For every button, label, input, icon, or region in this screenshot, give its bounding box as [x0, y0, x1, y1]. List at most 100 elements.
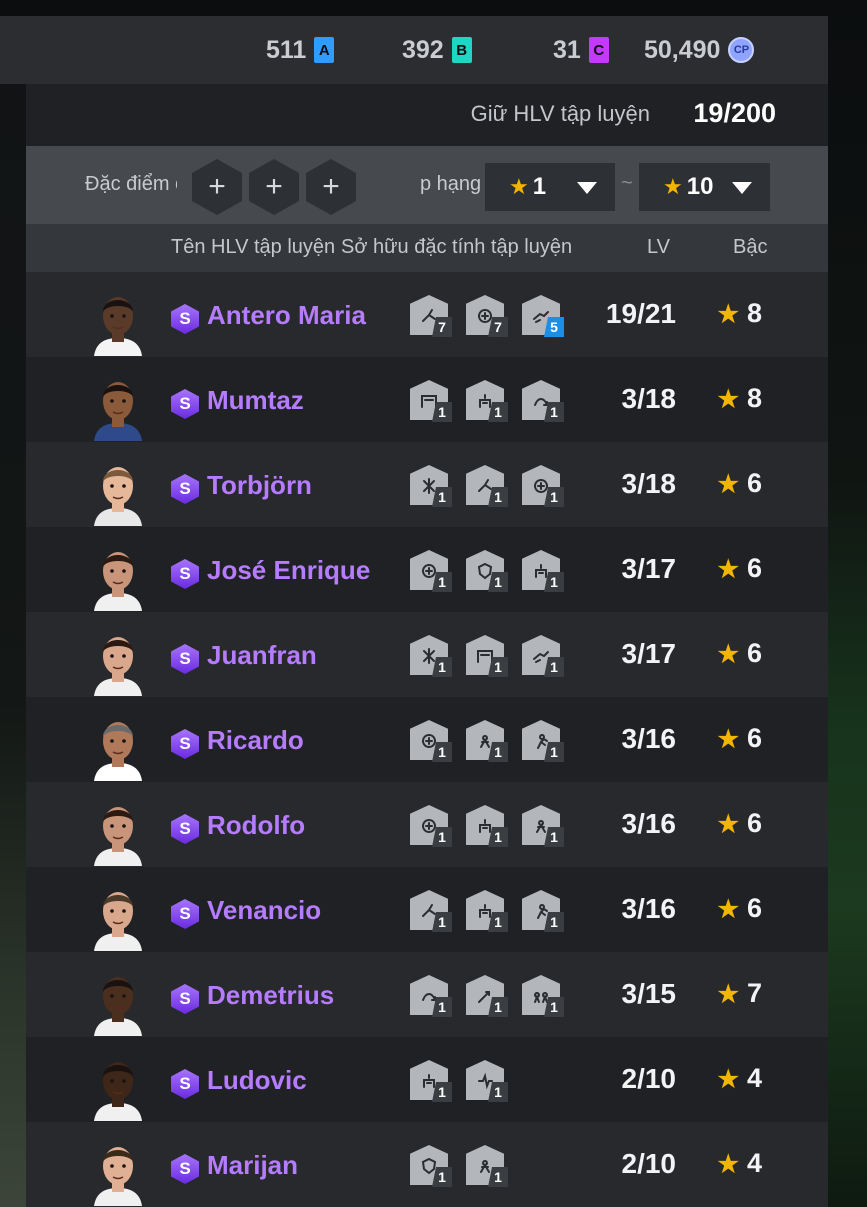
currency-cp: 50,490 CP	[644, 16, 755, 84]
coach-row[interactable]: S Demetrius 1 1 1 3/15 ★ 7	[26, 952, 828, 1037]
add-trait-filter-button-1[interactable]: +	[192, 159, 242, 215]
coach-level: 3/17	[621, 553, 677, 584]
star-icon: ★	[717, 1066, 739, 1093]
column-name-header[interactable]: Tên HLV tập luyện	[171, 236, 335, 259]
coach-name: Marijan	[207, 1150, 299, 1180]
fitness-icon[interactable]: 1	[466, 720, 516, 764]
kick-icon[interactable]: 1	[410, 890, 460, 934]
coach-avatar	[88, 966, 148, 1036]
dribble-icon[interactable]: 1	[522, 635, 572, 679]
coach-tier: ★ 6	[717, 553, 762, 584]
s-grade-badge-icon: S	[171, 644, 199, 674]
coach-avatar	[88, 456, 148, 526]
run-icon[interactable]: 1	[522, 720, 572, 764]
drill-icon[interactable]: 1	[466, 380, 516, 424]
coach-avatar	[88, 626, 148, 696]
column-lv-header[interactable]: LV	[647, 236, 670, 259]
star-icon: ★	[717, 896, 739, 923]
dribble-icon[interactable]: 5	[522, 295, 572, 339]
coach-tier: ★ 6	[717, 893, 762, 924]
coach-name: Juanfran	[207, 640, 317, 670]
coach-list: S Antero Maria 7 7 5 19/21 ★ 8 S Mumtaz 1 1 1 3/18 ★ 8 S…	[26, 272, 828, 1207]
defense-icon[interactable]: 1	[410, 1145, 460, 1189]
range-separator: ~	[621, 172, 633, 194]
currency-bar: 511 A 392 B 31 C 50,490 CP	[0, 16, 828, 84]
coach-level: 3/18	[621, 468, 677, 499]
run-icon[interactable]: 1	[522, 890, 572, 934]
star-icon: ★	[717, 981, 739, 1008]
currency-b-value: 392	[402, 35, 444, 64]
drill-icon[interactable]: 1	[466, 805, 516, 849]
coach-tier-value: 6	[746, 468, 762, 498]
cp-coin-icon: CP	[728, 37, 755, 63]
coach-avatar	[88, 286, 148, 356]
rank-min-dropdown[interactable]: ★ 1	[485, 163, 615, 211]
pass-icon[interactable]: 1	[522, 380, 572, 424]
tactic-icon[interactable]: 1	[410, 635, 460, 679]
s-grade-badge-icon: S	[171, 899, 199, 929]
rank-max-dropdown[interactable]: ★ 10	[639, 163, 770, 211]
coach-row[interactable]: S José Enrique 1 1 1 3/17 ★ 6	[26, 527, 828, 612]
ball-icon[interactable]: 1	[410, 805, 460, 849]
star-icon: ★	[717, 811, 739, 838]
fitness-icon[interactable]: 1	[522, 805, 572, 849]
coach-tier: ★ 6	[717, 723, 762, 754]
coach-row[interactable]: S Ricardo 1 1 1 3/16 ★ 6	[26, 697, 828, 782]
agility-icon[interactable]: 1	[466, 1060, 516, 1104]
fitness-icon[interactable]: 1	[466, 1145, 516, 1189]
coach-row[interactable]: S Venancio 1 1 1 3/16 ★ 6	[26, 867, 828, 952]
currency-cp-value: 50,490	[644, 35, 721, 64]
ball-icon[interactable]: 7	[466, 295, 516, 339]
ball-icon[interactable]: 1	[522, 465, 572, 509]
star-icon: ★	[717, 471, 739, 498]
coach-tier-value: 4	[746, 1063, 762, 1093]
drill-icon[interactable]: 1	[410, 1060, 460, 1104]
add-trait-filter-button-3[interactable]: +	[306, 159, 356, 215]
goal-icon[interactable]: 1	[410, 380, 460, 424]
kick-icon[interactable]: 7	[410, 295, 460, 339]
coach-tier-value: 4	[746, 1148, 762, 1178]
coach-level: 3/18	[621, 383, 677, 414]
team-icon[interactable]: 1	[522, 975, 572, 1019]
shot-icon[interactable]: 1	[466, 975, 516, 1019]
pass-icon[interactable]: 1	[410, 975, 460, 1019]
coach-row[interactable]: S Torbjörn 1 1 1 3/18 ★ 6	[26, 442, 828, 527]
ball-icon[interactable]: 1	[410, 550, 460, 594]
s-grade-badge-icon: S	[171, 729, 199, 759]
s-grade-badge-icon: S	[171, 1069, 199, 1099]
currency-a-value: 511	[266, 35, 307, 64]
s-grade-badge-icon: S	[171, 984, 199, 1014]
coach-tier-value: 6	[746, 638, 762, 668]
coach-hold-count: 19/200	[693, 98, 776, 128]
ball-icon[interactable]: 1	[410, 720, 460, 764]
column-header: Tên HLV tập luyện Sở hữu đặc tính tập lu…	[26, 224, 828, 272]
coach-tier-value: 6	[746, 808, 762, 838]
drill-icon[interactable]: 1	[522, 550, 572, 594]
column-tier-header[interactable]: Bậc	[733, 236, 767, 259]
star-icon: ★	[717, 386, 739, 413]
coach-name: Venancio	[207, 895, 322, 925]
coach-row[interactable]: S Marijan 1 1 2/10 ★ 4	[26, 1122, 828, 1207]
star-icon: ★	[509, 174, 529, 199]
coach-row[interactable]: S Ludovic 1 1 2/10 ★ 4	[26, 1037, 828, 1122]
coach-avatar	[88, 711, 148, 781]
tactic-icon[interactable]: 1	[410, 465, 460, 509]
coach-row[interactable]: S Mumtaz 1 1 1 3/18 ★ 8	[26, 357, 828, 442]
coach-level: 3/15	[621, 978, 677, 1009]
coach-row[interactable]: S Rodolfo 1 1 1 3/16 ★ 6	[26, 782, 828, 867]
star-icon: ★	[717, 301, 739, 328]
defense-icon[interactable]: 1	[466, 550, 516, 594]
s-grade-badge-icon: S	[171, 304, 199, 334]
coach-row[interactable]: S Juanfran 1 1 1 3/17 ★ 6	[26, 612, 828, 697]
filter-bar: Đặc điểm c + + + p hạng ★ 1 ~ ★ 10	[26, 146, 828, 224]
coach-tier-value: 8	[746, 383, 762, 413]
add-trait-filter-button-2[interactable]: +	[249, 159, 299, 215]
kick-icon[interactable]: 1	[466, 465, 516, 509]
goal-icon[interactable]: 1	[466, 635, 516, 679]
coach-level: 3/17	[621, 638, 677, 669]
coach-tier: ★ 6	[717, 638, 762, 669]
s-grade-badge-icon: S	[171, 389, 199, 419]
drill-icon[interactable]: 1	[466, 890, 516, 934]
coach-name: José Enrique	[207, 555, 371, 585]
coach-row[interactable]: S Antero Maria 7 7 5 19/21 ★ 8	[26, 272, 828, 357]
